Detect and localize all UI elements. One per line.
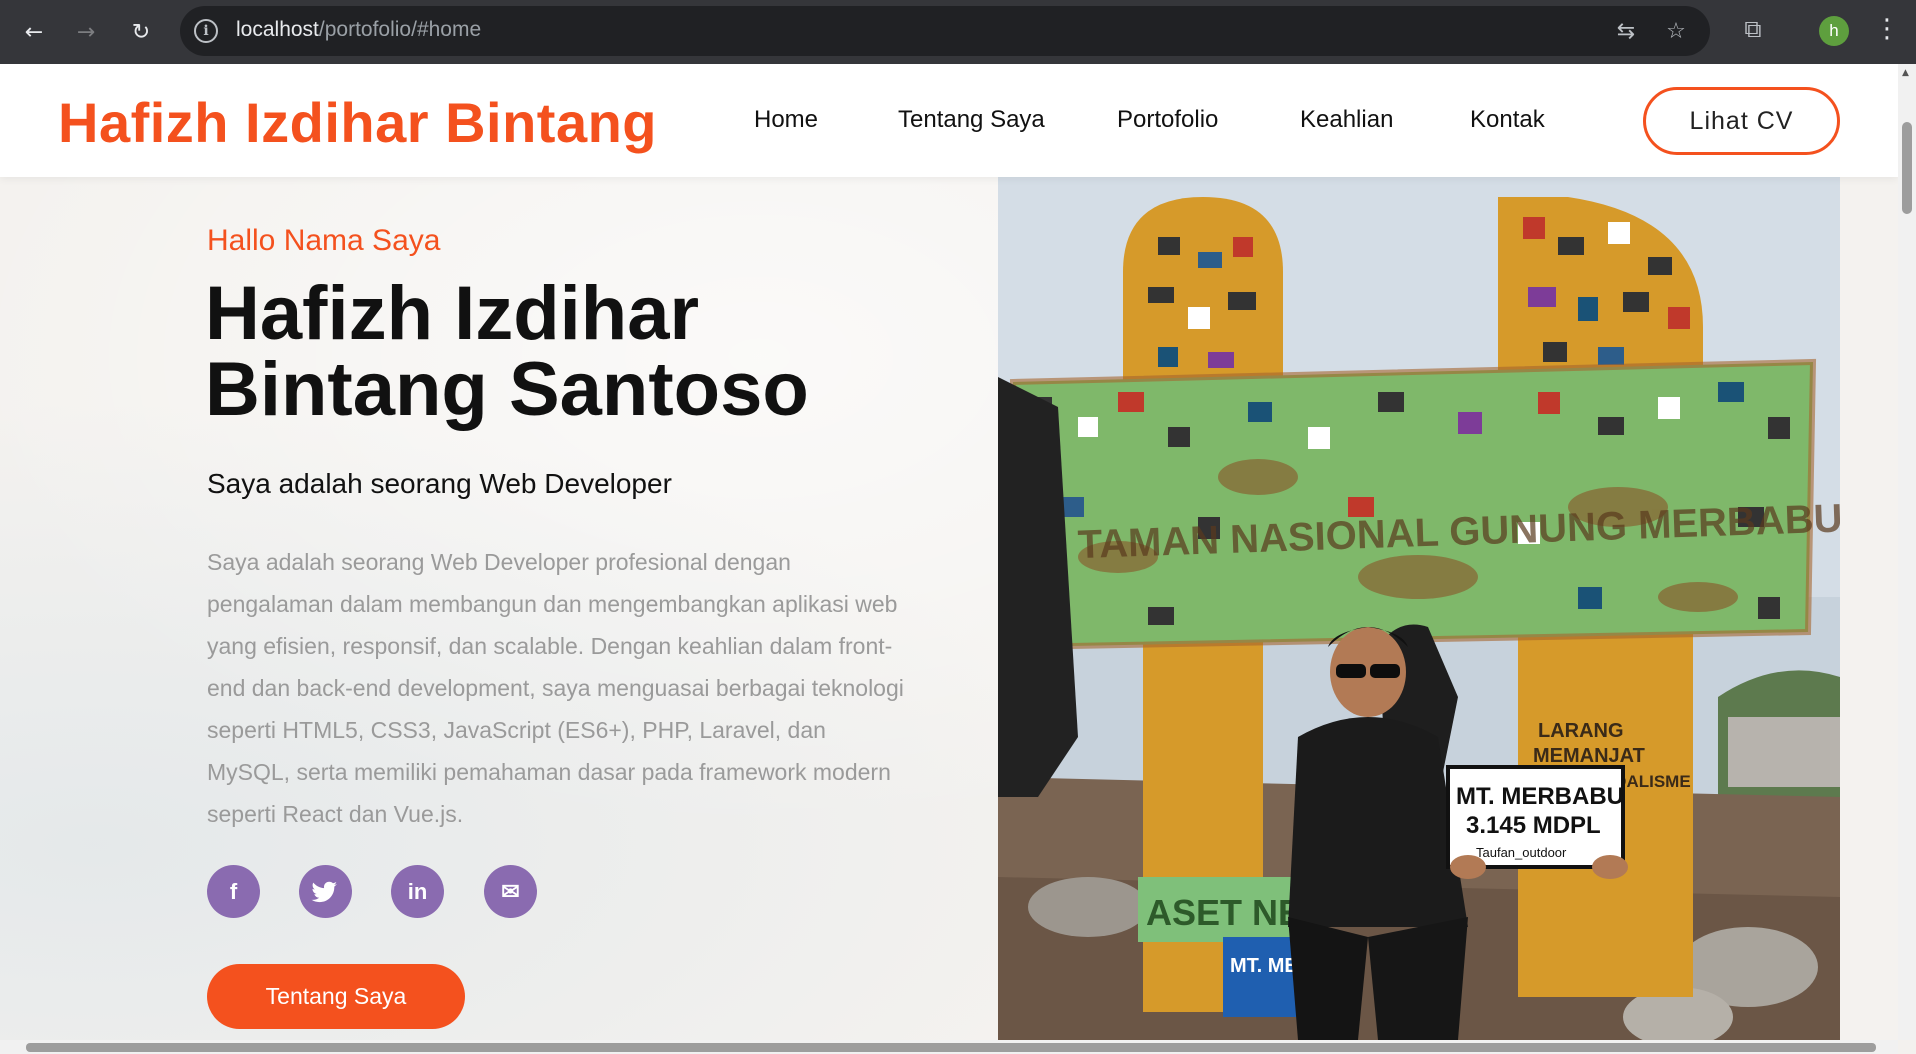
forward-arrow-icon[interactable]: →: [66, 12, 106, 52]
address-bar[interactable]: i localhost/portofolio/#home ⇆ ☆: [180, 6, 1710, 56]
hero-name-line2: Bintang Santoso: [205, 347, 809, 432]
hero-photo: TAMAN NASIONAL GUNUNG MERBABU LARANG MEM…: [998, 177, 1840, 1040]
twitter-bird-glyph: [311, 881, 337, 903]
horizontal-scroll-thumb[interactable]: [26, 1043, 1876, 1052]
linkedin-icon[interactable]: in: [391, 865, 444, 918]
browser-toolbar: ← → ↻ i localhost/portofolio/#home ⇆ ☆ ⧉…: [0, 0, 1916, 64]
page-viewport: Hafizh Izdihar Bintang Home Tentang Saya…: [0, 64, 1898, 1040]
greeting-text: Hallo Nama Saya: [207, 224, 441, 257]
nav-home[interactable]: Home: [754, 106, 818, 134]
mountain-summit-photo: TAMAN NASIONAL GUNUNG MERBABU LARANG MEM…: [998, 177, 1840, 1040]
profile-avatar[interactable]: h: [1819, 16, 1849, 46]
more-menu-icon[interactable]: ⋮: [1874, 14, 1900, 44]
sign-board-height: 3.145 MDPL: [1466, 812, 1601, 839]
url-host: localhost: [236, 18, 319, 41]
nav-kontak[interactable]: Kontak: [1470, 106, 1545, 134]
sign-board-handle: Taufan_outdoor: [1476, 845, 1567, 860]
site-header: Hafizh Izdihar Bintang Home Tentang Saya…: [0, 64, 1898, 177]
translate-icon[interactable]: ⇆: [1612, 18, 1640, 46]
bookmark-star-icon[interactable]: ☆: [1662, 18, 1690, 46]
hero-role: Saya adalah seorang Web Developer: [207, 468, 672, 499]
site-info-icon[interactable]: i: [194, 19, 218, 43]
url-path: /portofolio/#home: [318, 18, 482, 41]
nav-keahlian[interactable]: Keahlian: [1300, 106, 1393, 134]
brand-logo[interactable]: Hafizh Izdihar Bintang: [58, 90, 657, 155]
lihat-cv-button[interactable]: Lihat CV: [1643, 87, 1840, 155]
url-text[interactable]: localhost/portofolio/#home: [236, 18, 481, 42]
hero-name: Hafizh Izdihar Bintang Santoso: [205, 276, 825, 428]
facebook-icon[interactable]: f: [207, 865, 260, 918]
extensions-icon[interactable]: ⧉: [1738, 14, 1768, 44]
nav-tentang-saya[interactable]: Tentang Saya: [898, 106, 1045, 134]
vertical-scroll-thumb[interactable]: [1902, 122, 1912, 214]
scroll-up-arrow-icon[interactable]: ▲: [1902, 68, 1909, 78]
back-arrow-icon[interactable]: ←: [14, 12, 54, 52]
reload-icon[interactable]: ↻: [121, 12, 161, 52]
tentang-saya-button[interactable]: Tentang Saya: [207, 964, 465, 1029]
vertical-scrollbar[interactable]: ▲: [1898, 64, 1916, 1040]
twitter-icon[interactable]: [299, 865, 352, 918]
horizontal-scrollbar[interactable]: [0, 1040, 1898, 1054]
sign-board-name: MT. MERBABU: [1456, 783, 1624, 810]
nav-portofolio[interactable]: Portofolio: [1117, 106, 1218, 134]
mail-icon[interactable]: ✉: [484, 865, 537, 918]
hero-name-line1: Hafizh Izdihar: [205, 271, 700, 356]
plate-warning-1: LARANG: [1538, 720, 1624, 742]
plate-warning-2: MEMANJAT: [1533, 745, 1645, 767]
hero-about-text: Saya adalah seorang Web Developer profes…: [207, 549, 904, 827]
